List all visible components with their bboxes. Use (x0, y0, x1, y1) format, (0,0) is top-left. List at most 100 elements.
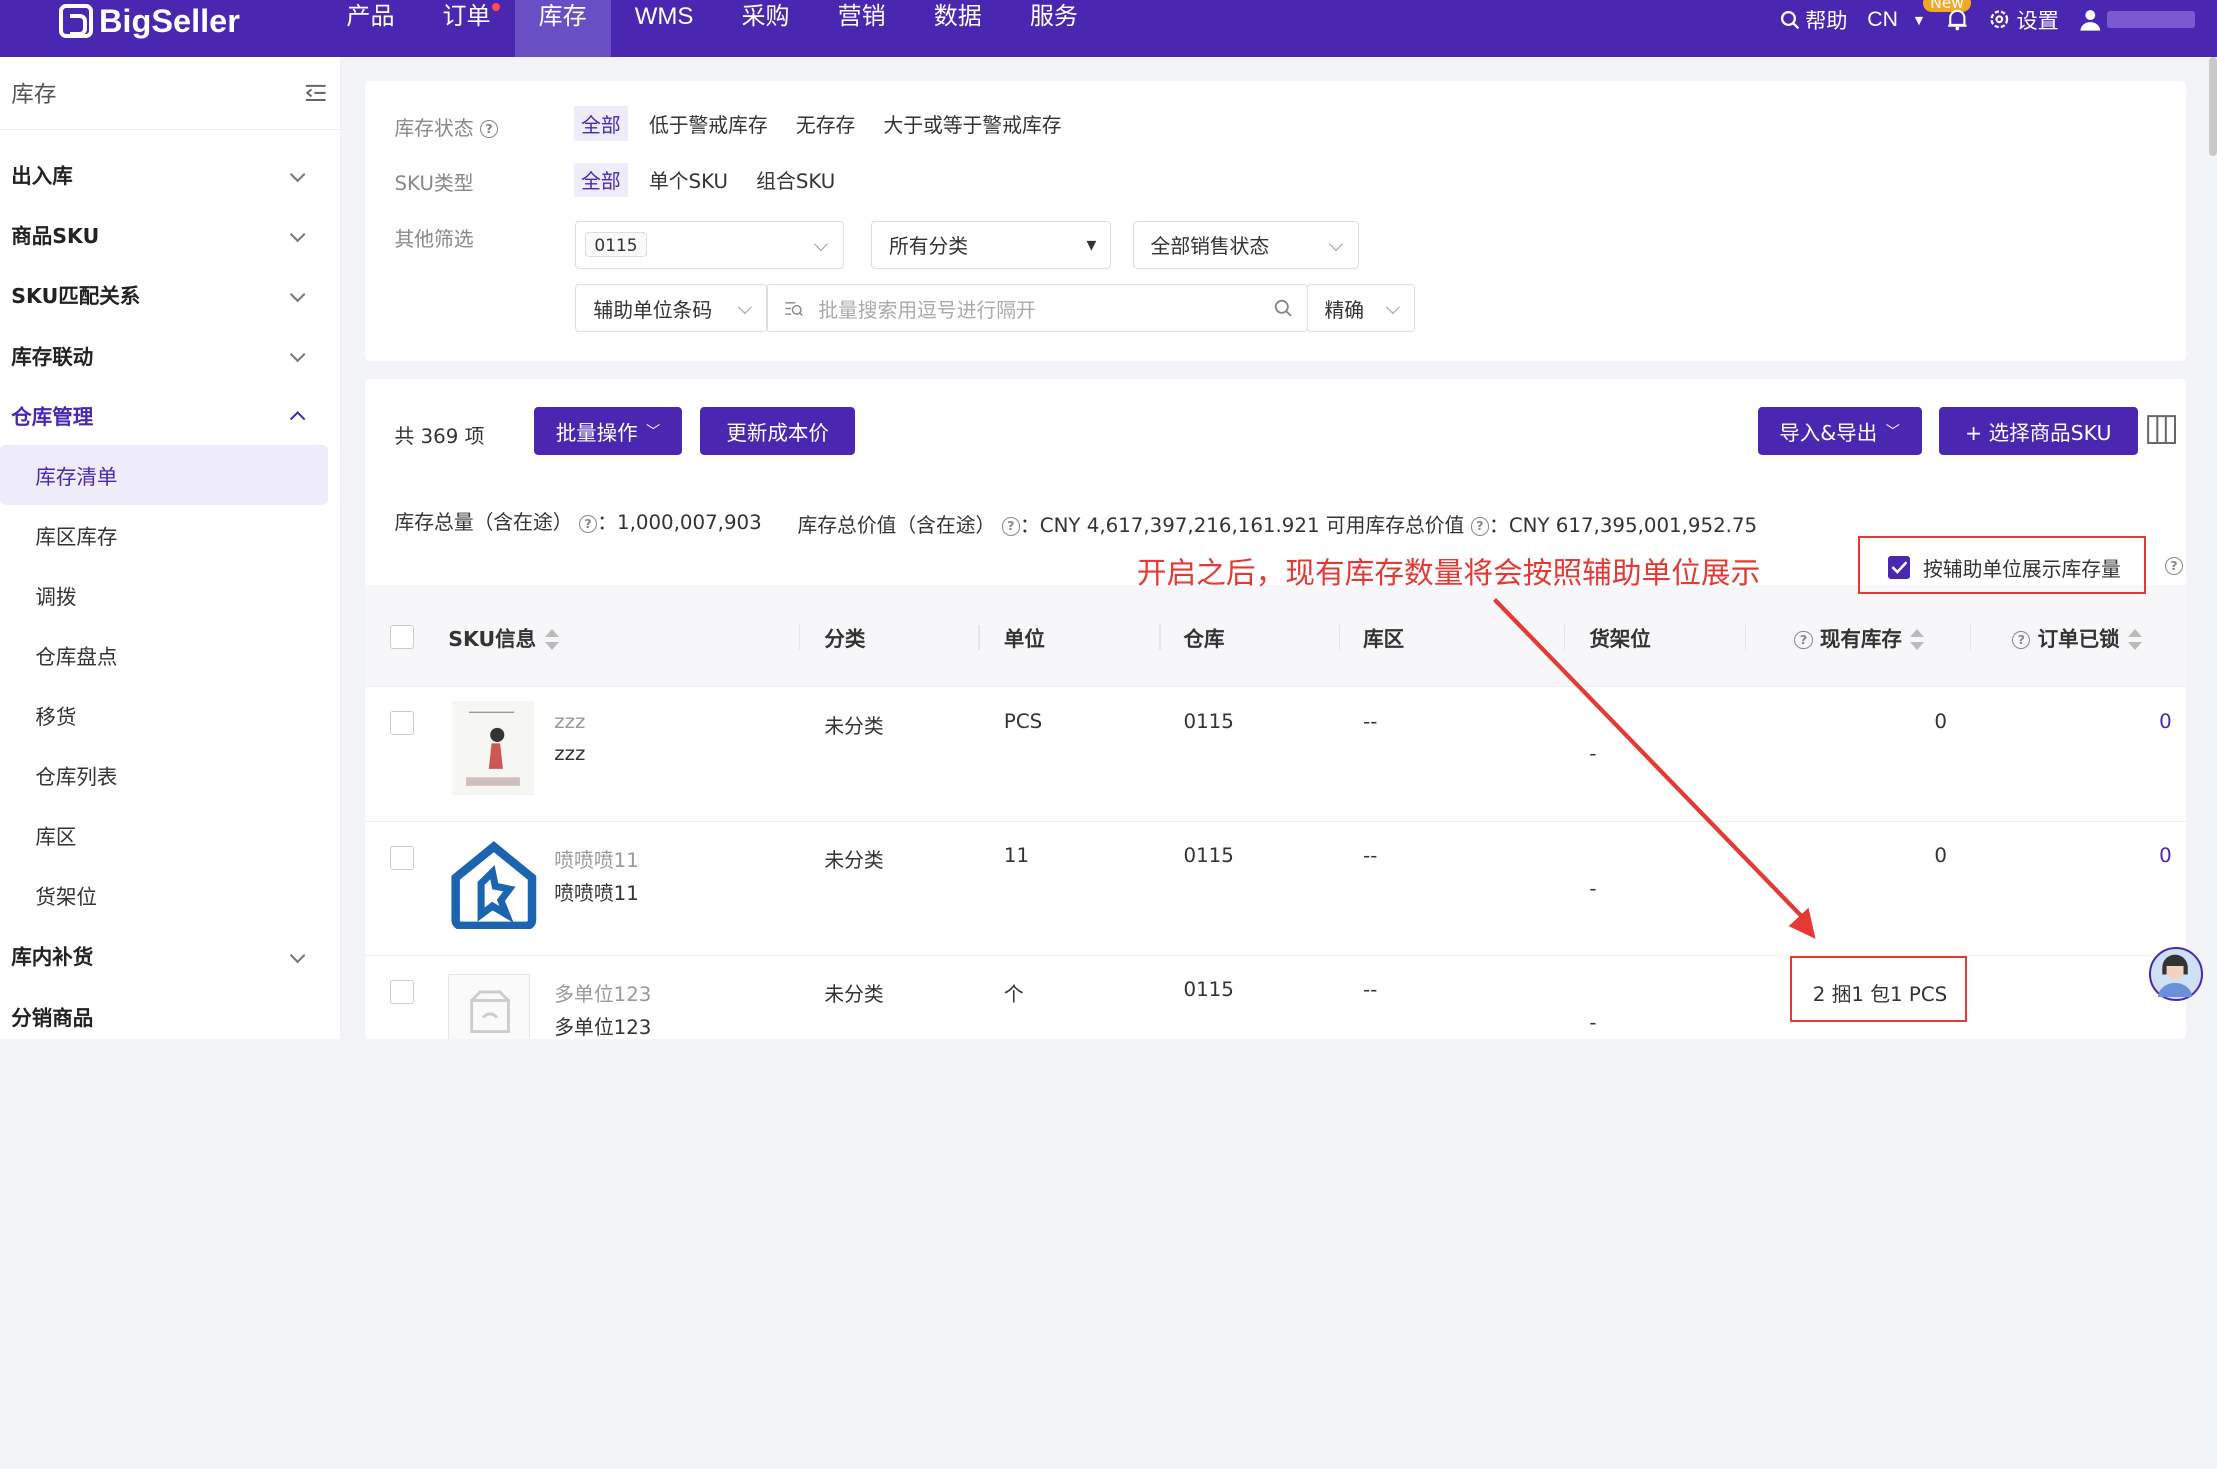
nav-wms[interactable]: WMS (611, 0, 718, 57)
help-icon[interactable]: ? (1794, 630, 1813, 650)
sidebar-item-warehouse-list[interactable]: 仓库列表 (0, 745, 328, 805)
sort-icon[interactable] (1910, 628, 1925, 652)
product-image-placeholder[interactable] (448, 974, 531, 1040)
update-cost-button[interactable]: 更新成本价 (699, 407, 856, 456)
language-select[interactable]: CN ▼ (1867, 8, 1926, 32)
search-field-select[interactable]: 辅助单位条码 (575, 284, 768, 333)
sidebar-item-zone[interactable]: 库区 (0, 805, 328, 865)
match-mode-select[interactable]: 精确 (1306, 284, 1416, 333)
bigseller-logo[interactable]: BigSeller (59, 0, 240, 42)
th-order-locked[interactable]: ? 订单已锁 (2012, 622, 2143, 652)
nav-products[interactable]: 产品 (322, 0, 418, 57)
chevron-down-icon (1328, 236, 1343, 251)
sku-code[interactable]: 喷喷喷11 (554, 844, 639, 873)
select-sku-button[interactable]: + 选择商品SKU (1938, 407, 2138, 456)
collapse-menu-icon[interactable] (303, 83, 328, 103)
search-input[interactable]: 批量搜索用逗号进行隔开 (766, 284, 1308, 333)
row-checkbox[interactable] (390, 979, 415, 1004)
sidebar-item-stocktake[interactable]: 仓库盘点 (0, 625, 328, 685)
import-export-button[interactable]: 导入&导出 ﹀ (1757, 407, 1922, 456)
chevron-down-icon (289, 346, 306, 363)
sku-type-single[interactable]: 单个SKU (642, 163, 735, 198)
nav-purchase[interactable]: 采购 (717, 0, 813, 57)
user-menu[interactable] (2079, 8, 2195, 32)
stock-status-low[interactable]: 低于警戒库存 (642, 106, 775, 141)
sidebar-item-inventory-list[interactable]: 库存清单 (0, 444, 329, 505)
product-image[interactable] (450, 841, 536, 934)
th-zone: 库区 (1363, 627, 1405, 652)
cell-unit: 11 (1003, 844, 1030, 868)
cell-order-locked[interactable]: 0 (2159, 710, 2172, 733)
support-avatar[interactable] (2149, 947, 2203, 1002)
chevron-down-icon (737, 300, 752, 315)
sidebar-group-sku[interactable]: 商品SKU (0, 204, 340, 264)
stock-status-none[interactable]: 无存存 (789, 106, 862, 141)
sidebar-item-shelf[interactable]: 货架位 (0, 865, 328, 925)
caret-down-icon: ▼ (1912, 11, 1927, 28)
select-all-checkbox[interactable] (390, 624, 415, 649)
user-icon (2080, 10, 2100, 32)
sidebar-group-replenish[interactable]: 库内补货 (0, 925, 340, 985)
th-sku-info[interactable]: SKU信息 (448, 622, 559, 652)
cell-order-locked[interactable]: 0 (2159, 844, 2172, 867)
table-row[interactable]: zzz zzz 未分类 PCS 0115 -- - 0 0 (364, 687, 2187, 822)
notification-dot (492, 2, 501, 12)
cell-zone: -- (1363, 978, 1378, 1002)
sidebar-item-move[interactable]: 移货 (0, 685, 328, 745)
chevron-down-icon (289, 286, 306, 303)
sku-code[interactable]: 多单位123 (554, 978, 651, 1007)
help-link[interactable]: 帮助 (1780, 4, 1848, 35)
sidebar-group-inout[interactable]: 出入库 (0, 144, 340, 204)
stock-status-above[interactable]: 大于或等于警戒库存 (876, 106, 1068, 141)
chevron-down-icon (814, 236, 829, 251)
th-shelf: 货架位 (1589, 627, 1651, 652)
sku-type-all[interactable]: 全部 (574, 162, 628, 198)
notification-bell[interactable] (1946, 8, 1969, 31)
help-icon[interactable]: ? (479, 120, 499, 139)
cell-warehouse: 0115 (1183, 844, 1234, 868)
cell-category: 未分类 (824, 983, 884, 1007)
column-divider (1159, 624, 1161, 651)
cell-zone: -- (1363, 709, 1378, 733)
nav-orders[interactable]: 订单 (419, 0, 515, 57)
sidebar-item-transfer[interactable]: 调拨 (0, 565, 328, 625)
help-icon[interactable]: ? (2164, 557, 2184, 576)
warehouse-select[interactable]: 0115 (575, 220, 845, 269)
help-icon[interactable]: ? (1001, 517, 1020, 536)
sort-icon[interactable] (544, 628, 559, 652)
nav-marketing[interactable]: 营销 (814, 0, 910, 57)
sidebar-item-zone-inventory[interactable]: 库区库存 (0, 505, 328, 565)
column-settings-icon[interactable] (2146, 414, 2177, 445)
sort-icon[interactable] (2128, 628, 2143, 652)
help-icon[interactable]: ? (578, 514, 598, 533)
batch-operations-button[interactable]: 批量操作 ﹀ (534, 407, 682, 456)
cell-current-stock: 0 (1934, 709, 1947, 733)
scrollbar-thumb[interactable] (2208, 56, 2217, 156)
customer-service-icon (2158, 955, 2193, 998)
empty-box-icon (470, 990, 511, 1034)
sidebar-group-warehouse[interactable]: 仓库管理 (0, 385, 340, 445)
sidebar-group-distribution[interactable]: 分销商品 (0, 986, 340, 1040)
nav-data[interactable]: 数据 (910, 0, 1006, 57)
sku-type-combo[interactable]: 组合SKU (749, 163, 842, 198)
product-image[interactable] (452, 701, 535, 795)
annotation-text: 开启之后，现有库存数量将会按照辅助单位展示 (1136, 556, 1761, 590)
sidebar-group-inventory-sync[interactable]: 库存联动 (0, 324, 340, 384)
category-select[interactable]: 所有分类 ▼ (871, 220, 1112, 269)
th-current-stock[interactable]: ? 现有库存 (1794, 622, 1925, 652)
nav-inventory[interactable]: 库存 (514, 0, 611, 57)
sidebar-group-sku-match[interactable]: SKU匹配关系 (0, 264, 340, 324)
help-icon[interactable]: ? (2012, 630, 2031, 650)
row-checkbox[interactable] (390, 845, 415, 870)
help-icon[interactable]: ? (1470, 517, 1490, 536)
search-icon[interactable] (1274, 299, 1293, 317)
table-header: SKU信息 分类 单位 仓库 库区 货架位 ? 现有库存 ? 订单已锁 (364, 585, 2187, 688)
th-warehouse: 仓库 (1183, 627, 1225, 652)
sale-status-select[interactable]: 全部销售状态 (1132, 220, 1359, 269)
row-checkbox[interactable] (390, 711, 415, 736)
sku-code[interactable]: zzz (554, 710, 585, 733)
nav-service[interactable]: 服务 (1006, 0, 1102, 57)
stock-status-all[interactable]: 全部 (574, 106, 628, 141)
table-row[interactable]: 喷喷喷11 喷喷喷11 未分类 11 0115 -- - 0 0 (364, 822, 2187, 956)
settings-link[interactable]: 设置 (1988, 4, 2059, 35)
